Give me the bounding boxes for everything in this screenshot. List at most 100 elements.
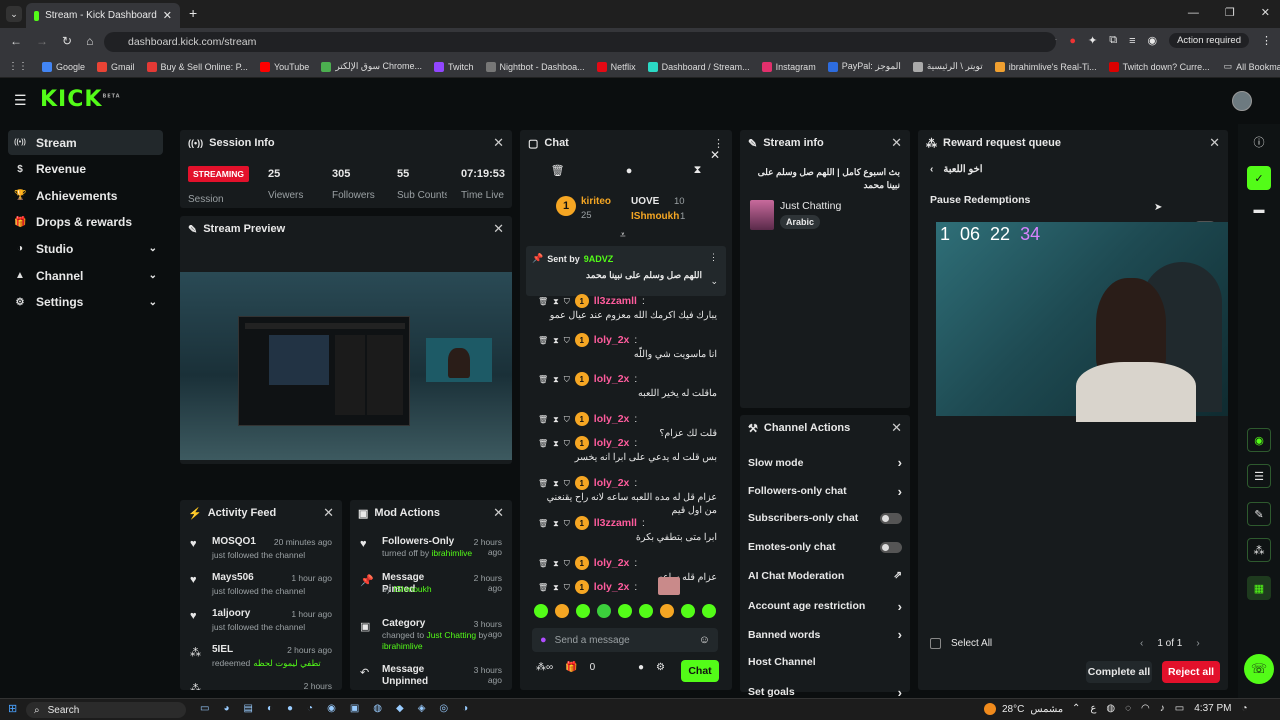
extension-icon[interactable]: ● xyxy=(1069,35,1076,47)
tray-chevron-icon[interactable]: ⌃ xyxy=(1072,703,1080,714)
bookmark-item[interactable]: PayPal: الموجز xyxy=(827,61,901,72)
bookmark-item[interactable]: Netflix xyxy=(596,61,636,72)
bookmark-item[interactable]: Nightbot - Dashboa... xyxy=(485,61,585,72)
bookmark-item[interactable]: YouTube xyxy=(259,61,309,72)
send-chat-button[interactable]: Chat xyxy=(681,660,719,682)
taskbar-app-icon[interactable]: ◍ xyxy=(373,703,382,714)
trash-icon[interactable]: 🗑 xyxy=(538,477,548,490)
nav-item-settings[interactable]: ⚙ Settings ⌄ xyxy=(8,290,163,315)
apps-icon[interactable]: ⋮⋮ xyxy=(8,61,28,72)
bookmark-item[interactable]: Twitch down? Curre... xyxy=(1108,61,1210,72)
pin-menu-icon[interactable]: ⋮ xyxy=(709,252,718,263)
bookmark-item[interactable]: سوق الإلكتر Chrome... xyxy=(321,61,422,72)
trash-icon[interactable]: 🗑 xyxy=(538,413,548,426)
info-icon[interactable]: ⓘ xyxy=(1247,130,1271,154)
shield-icon[interactable]: ⛉ xyxy=(564,581,570,594)
hourglass-icon[interactable]: ⧗ xyxy=(553,517,559,530)
chat-username[interactable]: loly_2x xyxy=(594,334,630,347)
all-bookmarks-button[interactable]: ▭ All Bookmarks xyxy=(1224,61,1280,72)
nav-item-revenue[interactable]: $ Revenue xyxy=(8,157,163,182)
check-icon[interactable]: ✓ xyxy=(1247,166,1271,190)
chat-settings-icon[interactable]: ● xyxy=(638,662,644,673)
hourglass-icon[interactable]: ⧗ xyxy=(553,334,559,347)
chat-bubble-icon[interactable]: ● xyxy=(626,165,633,177)
gear-icon[interactable]: ⚙ xyxy=(656,662,665,673)
home-icon[interactable]: ⌂ xyxy=(86,34,93,48)
channel-action-slow-mode[interactable]: Slow mode › xyxy=(748,455,902,470)
tray-icon[interactable]: ◍ xyxy=(1106,703,1115,714)
hourglass-icon[interactable]: ⧗ xyxy=(553,295,559,308)
channel-action-followers-only-chat[interactable]: Followers-only chat › xyxy=(748,484,902,499)
hourglass-icon[interactable]: ⧗ xyxy=(553,437,559,450)
channel-action-subscribers-only-chat[interactable]: Subscribers-only chat xyxy=(748,512,902,524)
chevron-down-icon[interactable]: ⩡ xyxy=(620,230,626,241)
bookmark-item[interactable]: Dashboard / Stream... xyxy=(647,61,750,72)
tab-list-button[interactable]: ⌄ xyxy=(6,6,22,22)
toggle-switch[interactable] xyxy=(880,541,902,553)
channel-action-host-channel[interactable]: Host Channel xyxy=(748,656,902,668)
nodes-icon[interactable]: ⁂ xyxy=(1247,538,1271,562)
taskbar-app-icon[interactable]: ◐ xyxy=(267,703,273,714)
volume-icon[interactable]: ♪ xyxy=(1160,703,1165,714)
bookmark-item[interactable]: Gmail xyxy=(97,61,135,72)
category-thumbnail[interactable] xyxy=(750,200,774,230)
hourglass-icon[interactable]: ⧗ xyxy=(694,164,702,177)
bookmark-item[interactable]: Buy & Sell Online: P... xyxy=(146,61,248,72)
trash-icon[interactable]: 🗑 xyxy=(538,557,548,570)
chat-input[interactable]: ● Send a message ☺ xyxy=(532,628,718,652)
chat-username[interactable]: loly_2x xyxy=(594,477,630,490)
shield-icon[interactable]: ⛉ xyxy=(564,437,570,450)
chat-message[interactable]: 🗑 ⧗ ⛉ 1 loly_2x: xyxy=(532,577,717,595)
taskbar-app-icon[interactable]: ▣ xyxy=(350,703,359,714)
shield-icon[interactable]: ⛉ xyxy=(564,295,570,308)
chat-username[interactable]: ll3zzamll xyxy=(594,517,637,530)
trash-icon[interactable]: 🗑 xyxy=(551,164,565,177)
pager-next-icon[interactable]: › xyxy=(1196,638,1199,649)
taskbar-app-icon[interactable]: ◕ xyxy=(223,703,229,714)
taskbar-app-icon[interactable]: ◈ xyxy=(418,703,426,714)
chat-message[interactable]: 🗑 ⧗ ⛉ 1 loly_2x: عزام قل له مده اللعبه ساعه ل… xyxy=(532,476,717,517)
microphone-icon[interactable]: ● xyxy=(540,634,547,646)
activity-user[interactable]: 1aljoory xyxy=(212,608,250,619)
user-avatar[interactable] xyxy=(1232,91,1252,111)
chat-username[interactable]: ll3zzamll xyxy=(594,295,637,308)
emote-icon[interactable] xyxy=(660,604,674,618)
hourglass-icon[interactable]: ⧗ xyxy=(553,581,559,594)
shield-icon[interactable]: ⛉ xyxy=(564,373,570,386)
extension-icon[interactable]: ✦ xyxy=(1088,34,1097,47)
windows-start-icon[interactable]: ⊞ xyxy=(8,702,17,715)
bookmark-item[interactable]: تويتر \ الرئيسية xyxy=(912,61,983,72)
emote-icon[interactable] xyxy=(555,604,569,618)
chat-message[interactable]: 🗑 ⧗ ⛉ 1 loly_2x: انا ماسويت شي واللّه xyxy=(532,333,717,361)
bookmark-item[interactable]: ibrahimlive's Real-Ti... xyxy=(994,61,1097,72)
select-all-checkbox[interactable] xyxy=(930,638,941,649)
taskbar-app-icon[interactable]: ▭ xyxy=(200,703,209,714)
complete-all-button[interactable]: Complete all xyxy=(1086,661,1152,683)
media-icon[interactable]: ≡ xyxy=(1129,35,1135,47)
chat-message[interactable]: 🗑 ⧗ ⛉ 1 loly_2x: بس قلت له يدعي على ابرا انه … xyxy=(532,436,717,464)
channel-action-banned-words[interactable]: Banned words › xyxy=(748,627,902,642)
gift-icon[interactable]: 🎁 xyxy=(565,662,577,673)
window-close-icon[interactable]: ✕ xyxy=(1261,6,1270,19)
leaderboard-user[interactable]: UOVE xyxy=(631,196,659,207)
minimize-icon[interactable]: — xyxy=(1188,7,1199,19)
emote-icon[interactable] xyxy=(618,604,632,618)
pager-prev-icon[interactable]: ‹ xyxy=(1140,638,1143,649)
notifications-icon[interactable]: ◔ xyxy=(1241,703,1247,714)
taskbar-app-icon[interactable]: ◎ xyxy=(439,703,448,714)
emote-icon[interactable] xyxy=(639,604,653,618)
shield-icon[interactable]: ⛉ xyxy=(564,517,570,530)
kick-logo[interactable]: KICKBETA xyxy=(40,87,121,112)
taskbar-app-icon[interactable]: ● xyxy=(287,703,293,714)
battery-icon[interactable]: ▭ xyxy=(1175,703,1184,714)
hamburger-menu-icon[interactable]: ☰ xyxy=(14,92,27,109)
reward-back[interactable]: ‹ اخو اللعبة xyxy=(930,164,983,175)
wrench-icon[interactable]: ✎ xyxy=(1247,502,1271,526)
tab-close-icon[interactable]: ✕ xyxy=(163,9,172,22)
taskbar-app-icon[interactable]: ◔ xyxy=(307,703,313,714)
close-icon[interactable]: ✕ xyxy=(493,221,504,237)
taskbar-app-icon[interactable]: ▤ xyxy=(244,703,253,714)
chat-message[interactable]: 🗑 ⧗ ⛉ 1 ll3zzamll: ابرا متى بتطفي بكرة xyxy=(532,516,717,544)
stream-preview-video[interactable] xyxy=(180,272,512,460)
taskbar-app-icon[interactable]: ◉ xyxy=(327,703,336,714)
